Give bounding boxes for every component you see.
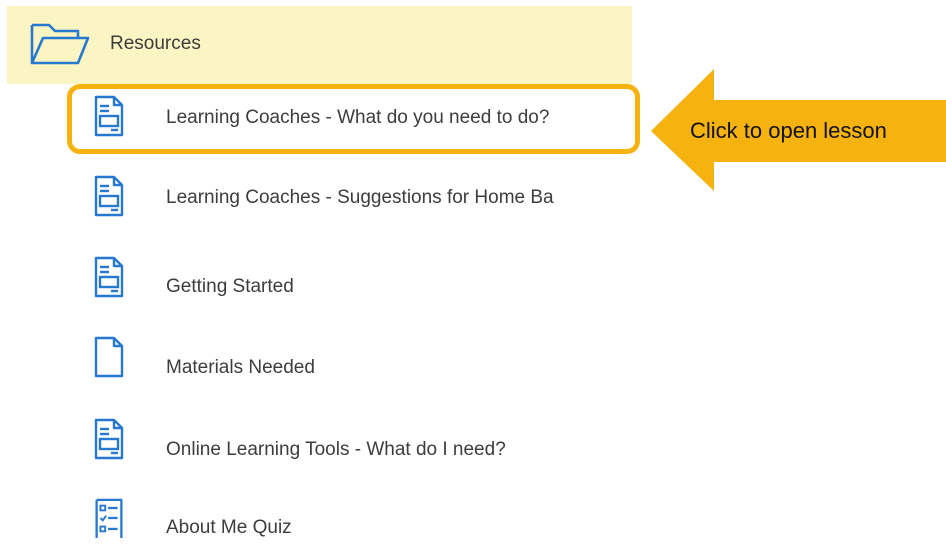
callout-text: Click to open lesson <box>690 118 887 143</box>
lesson-label: Online Learning Tools - What do I need? <box>166 439 506 460</box>
folder-label: Resources <box>110 33 201 54</box>
document-blank-icon <box>94 336 124 378</box>
lesson-item-online-learning-tools[interactable]: Online Learning Tools - What do I need? <box>0 410 640 470</box>
lesson-item-about-me-quiz[interactable]: About Me Quiz <box>0 490 640 546</box>
lesson-item-materials-needed[interactable]: Materials Needed <box>0 328 640 388</box>
lesson-label: Getting Started <box>166 276 294 297</box>
lesson-item-learning-coaches-suggestions[interactable]: Learning Coaches - Suggestions for Home … <box>0 167 640 227</box>
lesson-label: Materials Needed <box>166 357 315 378</box>
lesson-label: Learning Coaches - Suggestions for Home … <box>166 187 554 208</box>
quiz-checklist-icon <box>95 498 123 538</box>
document-lines-icon <box>94 418 124 460</box>
lesson-label: About Me Quiz <box>166 517 292 538</box>
document-lines-icon <box>94 256 124 298</box>
folder-row-resources[interactable]: Resources <box>7 6 632 84</box>
folder-open-icon <box>30 23 90 65</box>
document-lines-icon <box>94 175 124 217</box>
lesson-item-getting-started[interactable]: Getting Started <box>0 248 640 308</box>
highlight-box <box>67 84 640 154</box>
